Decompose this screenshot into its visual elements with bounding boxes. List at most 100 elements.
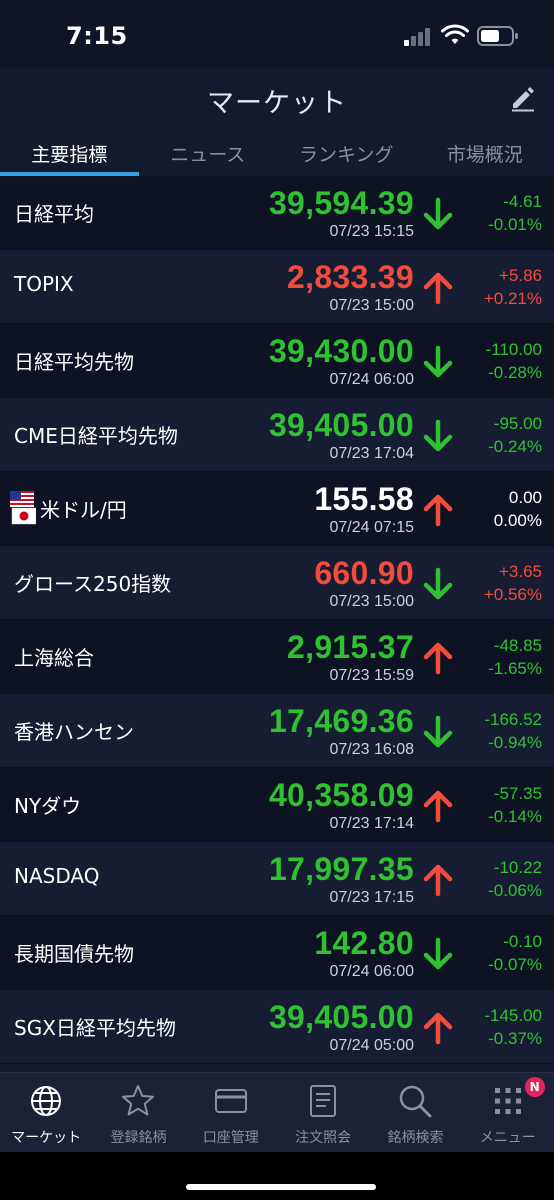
change-value: +5.86 (498, 266, 542, 285)
change-value: -4.61 (503, 192, 542, 211)
market-row[interactable]: 日経平均先物 39,430.00 07/24 06:00 -110.00 -0.28% (0, 324, 554, 398)
market-row[interactable]: NASDAQ 17,997.35 07/23 17:15 -10.22 -0.06% (0, 842, 554, 916)
change-percent: -1.65% (488, 659, 542, 678)
market-timestamp: 07/24 06:00 (329, 963, 414, 980)
change-percent: +0.56% (483, 585, 542, 604)
nav-label: 口座管理 (202, 1130, 259, 1146)
change-percent: -0.06% (488, 881, 542, 900)
grid-menu-icon (494, 1088, 521, 1114)
market-row[interactable]: 香港ハンセン 17,469.36 07/23 16:08 -166.52 -0.94% (0, 694, 554, 768)
market-row[interactable]: TOPIX 2,833.39 07/23 15:00 +5.86 +0.21% (0, 250, 554, 324)
market-row[interactable]: SGX日経平均先物 39,405.00 07/24 05:00 -145.00 -0.3… (0, 990, 554, 1064)
market-name: SGX日経平均先物 (14, 1016, 176, 1040)
market-timestamp: 07/23 17:04 (329, 445, 414, 462)
market-list: 日経平均 39,594.39 07/23 15:15 -4.61 -0.01% TOPIX… (0, 176, 554, 1064)
market-timestamp: 07/23 15:00 (329, 297, 414, 314)
change-value: -0.10 (503, 932, 542, 951)
notification-badge: N (524, 1077, 545, 1097)
market-price: 17,997.35 (268, 851, 414, 887)
arrow-up-icon (422, 789, 454, 823)
nav-label: 登録銘柄 (110, 1130, 167, 1146)
change-value: -166.52 (484, 710, 542, 729)
market-timestamp: 07/23 15:00 (329, 593, 414, 610)
market-row[interactable]: 米ドル/円 155.58 07/24 07:15 0.00 0.00% (0, 472, 554, 546)
nav-label: 銘柄検索 (387, 1130, 444, 1146)
market-name: 長期国債先物 (14, 942, 134, 966)
nav-watchlist[interactable]: 登録銘柄 (92, 1073, 184, 1152)
market-price: 2,833.39 (287, 259, 414, 295)
arrow-up-icon (422, 1011, 454, 1045)
market-row[interactable]: 長期国債先物 142.80 07/24 06:00 -0.10 -0.07% (0, 916, 554, 990)
market-name: グロース250指数 (14, 572, 172, 596)
arrow-up-icon (422, 493, 454, 527)
market-name: NYダウ (14, 794, 82, 818)
change-percent: -0.37% (488, 1029, 542, 1048)
market-name: 日経平均先物 (14, 350, 134, 374)
arrow-up-icon (422, 271, 454, 305)
tab-market-overview[interactable]: 市場概況 (416, 128, 554, 176)
nav-account[interactable]: 口座管理 (185, 1073, 277, 1152)
market-row[interactable]: グロース250指数 660.90 07/23 15:00 +3.65 +0.56% (0, 546, 554, 620)
market-change: -0.10 -0.07% (488, 930, 542, 976)
market-name: 米ドル/円 (40, 498, 127, 522)
market-price: 39,594.39 (268, 185, 414, 221)
app-header: マーケット (0, 68, 554, 128)
change-percent: -0.07% (488, 955, 542, 974)
market-row[interactable]: CME日経平均先物 39,405.00 07/23 17:04 -95.00 -0.24… (0, 398, 554, 472)
us-jp-flag-icon (10, 491, 37, 525)
market-change: -10.22 -0.06% (488, 856, 542, 902)
battery-icon (477, 26, 518, 46)
home-indicator (186, 1184, 376, 1190)
nav-label: 注文照会 (295, 1130, 352, 1146)
market-name: 日経平均 (14, 202, 94, 226)
arrow-up-icon (422, 863, 454, 897)
nav-orders[interactable]: 注文照会 (277, 1073, 369, 1152)
change-percent: -0.14% (488, 807, 542, 826)
arrow-down-icon (422, 197, 454, 231)
change-value: 0.00 (508, 488, 542, 507)
nav-market[interactable]: マーケット (0, 1073, 92, 1152)
market-price: 39,405.00 (268, 999, 414, 1035)
change-percent: +0.21% (483, 289, 542, 308)
market-change: -145.00 -0.37% (484, 1004, 542, 1050)
cellular-signal-icon (404, 26, 434, 46)
market-price: 660.90 (314, 555, 414, 591)
edit-pencil-icon[interactable] (509, 84, 537, 112)
market-timestamp: 07/23 17:14 (329, 815, 414, 832)
market-change: -4.61 -0.01% (488, 190, 542, 236)
change-value: -95.00 (493, 414, 542, 433)
market-row[interactable]: NYダウ 40,358.09 07/23 17:14 -57.35 -0.14% (0, 768, 554, 842)
nav-label: メニュー (479, 1130, 536, 1146)
tab-ranking[interactable]: ランキング (277, 128, 416, 176)
document-icon (310, 1085, 337, 1117)
market-price: 17,469.36 (268, 703, 414, 739)
market-change: -166.52 -0.94% (484, 708, 542, 754)
arrow-down-icon (422, 715, 454, 749)
market-timestamp: 07/24 07:15 (329, 519, 414, 536)
bottom-navigation: マーケット 登録銘柄 口座管理 注文照会 銘柄検索 N メニュー (0, 1072, 554, 1152)
market-price: 2,915.37 (287, 629, 414, 665)
market-row[interactable]: 日経平均 39,594.39 07/23 15:15 -4.61 -0.01% (0, 176, 554, 250)
market-price: 142.80 (314, 925, 414, 961)
market-price: 39,430.00 (268, 333, 414, 369)
market-name: TOPIX (14, 272, 74, 296)
change-value: -145.00 (484, 1006, 542, 1025)
nav-search[interactable]: 銘柄検索 (369, 1073, 461, 1152)
market-timestamp: 07/23 16:08 (329, 741, 414, 758)
nav-label: マーケット (11, 1130, 82, 1146)
market-change: +5.86 +0.21% (484, 264, 542, 310)
change-value: -10.22 (493, 858, 542, 877)
market-change: -48.85 -1.65% (488, 634, 542, 680)
arrow-down-icon (422, 937, 454, 971)
change-value: -110.00 (485, 340, 542, 359)
status-time: 7:15 (66, 22, 128, 50)
market-price: 155.58 (314, 481, 414, 517)
card-icon (214, 1089, 247, 1113)
market-change: +3.65 +0.56% (484, 560, 542, 606)
change-percent: -0.01% (488, 215, 542, 234)
nav-menu[interactable]: N メニュー (462, 1073, 554, 1152)
tab-major-indices[interactable]: 主要指標 (0, 128, 139, 176)
tab-news[interactable]: ニュース (139, 128, 278, 176)
star-icon (122, 1085, 155, 1116)
market-row[interactable]: 上海総合 2,915.37 07/23 15:59 -48.85 -1.65% (0, 620, 554, 694)
